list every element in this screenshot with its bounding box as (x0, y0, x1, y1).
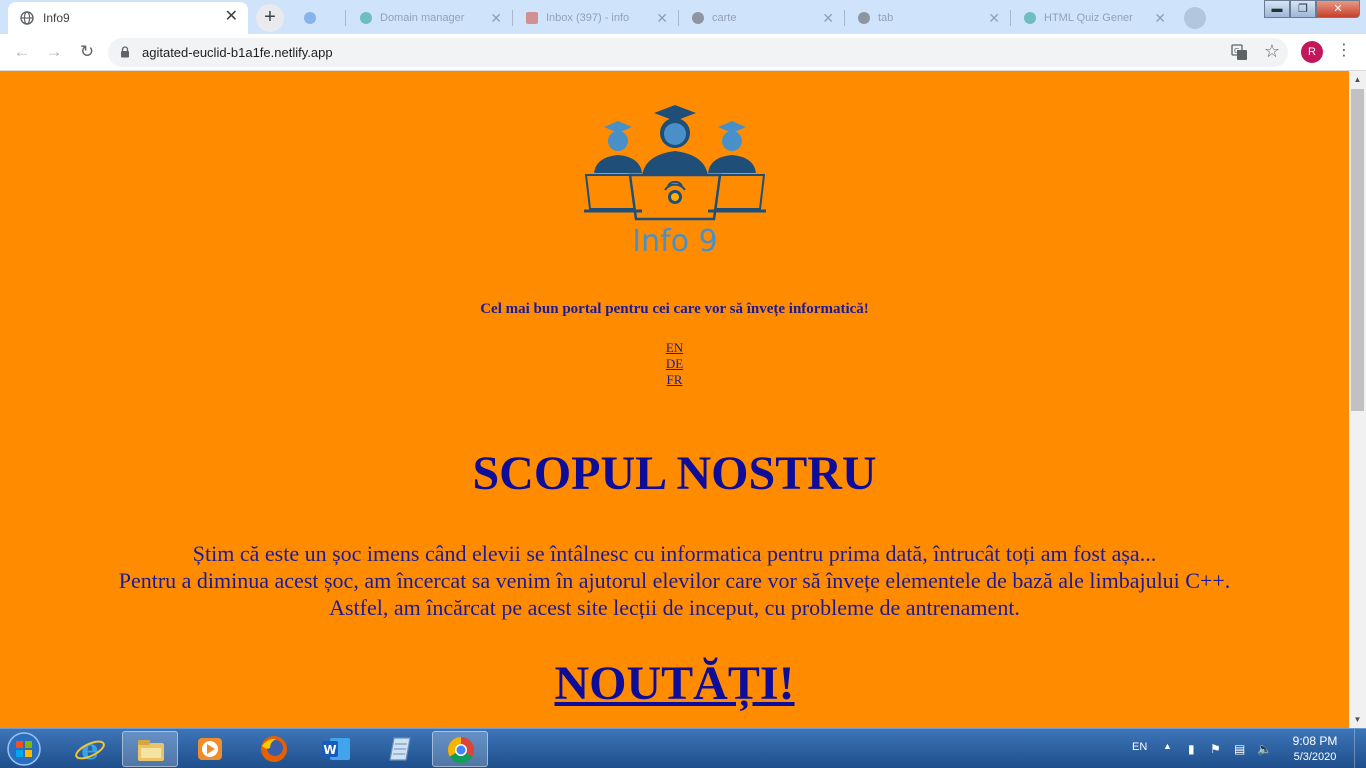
volume-icon[interactable]: 🔈 (1257, 742, 1272, 756)
profile-avatar[interactable]: R (1301, 41, 1323, 63)
tab-overflow[interactable] (1180, 4, 1210, 30)
close-window-button[interactable]: ✕ (1316, 0, 1360, 18)
notepad-icon (389, 737, 411, 761)
logo-text: Info 9 (632, 224, 717, 257)
chrome-icon (304, 12, 316, 24)
tab-html-quiz[interactable]: HTML Quiz Gener ✕ (1010, 2, 1176, 34)
tab-title: HTML Quiz Gener (1044, 12, 1133, 24)
reload-button[interactable]: ↻ (75, 40, 99, 64)
menu-icon[interactable]: ⋮ (1336, 40, 1352, 60)
input-language[interactable]: EN (1132, 741, 1147, 753)
scroll-up-arrow-icon[interactable]: ▲ (1349, 71, 1366, 88)
maximize-button[interactable]: ❐ (1290, 0, 1316, 18)
github-icon (692, 12, 704, 24)
scrollbar-thumb[interactable] (1351, 89, 1364, 411)
page-scrollbar[interactable]: ▲ ▼ (1349, 71, 1366, 728)
taskbar-chrome[interactable] (432, 731, 488, 767)
info9-logo: Info 9 (584, 105, 766, 257)
media-player-icon (198, 738, 222, 760)
tab-title: Inbox (397) - info (546, 12, 630, 24)
tab-title: carte (712, 12, 737, 24)
chrome-icon (1184, 7, 1206, 29)
tray-expand-icon[interactable]: ▲ (1163, 741, 1172, 751)
show-desktop-button[interactable] (1354, 729, 1366, 768)
close-icon[interactable]: ✕ (490, 10, 502, 27)
purpose-heading: SCOPUL NOSTRU (472, 447, 877, 500)
svg-text:G: G (1234, 47, 1239, 55)
tab-info9[interactable]: Info9 ✕ (8, 2, 248, 34)
netlify-icon (360, 12, 372, 24)
window-controls: ▬ ❐ ✕ (1264, 0, 1360, 20)
globe-icon (20, 11, 34, 25)
taskbar: e W EN ▲ ▮ ⚑ ▤ 🔈 9:08 PM 5/3/2020 (0, 728, 1366, 768)
translate-icon[interactable]: G (1231, 44, 1248, 61)
mail-icon (526, 12, 538, 24)
language-link-en[interactable]: EN (0, 340, 1349, 356)
back-button[interactable]: ← (10, 40, 34, 64)
battery-icon[interactable]: ▮ (1188, 742, 1195, 756)
close-icon[interactable]: ✕ (225, 9, 238, 25)
tab-domain-manager[interactable]: Domain manager ✕ (346, 2, 512, 34)
taskbar-notepad[interactable] (370, 731, 426, 767)
network-icon[interactable]: ▤ (1234, 742, 1245, 756)
purpose-line-3: Astfel, am încărcat pe acest site lecții… (329, 595, 1020, 620)
github-icon (858, 12, 870, 24)
close-icon[interactable]: ✕ (656, 10, 668, 27)
svg-text:W: W (323, 743, 336, 757)
close-icon[interactable]: ✕ (988, 10, 1000, 27)
new-tab-button[interactable]: + (256, 4, 284, 32)
file-explorer-icon (138, 740, 164, 761)
url-text: agitated-euclid-b1a1fe.netlify.app (142, 45, 333, 60)
scroll-down-arrow-icon[interactable]: ▼ (1349, 711, 1366, 728)
tab-carte[interactable]: carte ✕ (678, 2, 844, 34)
clock-time[interactable]: 9:08 PM (1280, 734, 1350, 748)
tab-github[interactable]: tab ✕ (844, 2, 1010, 34)
lock-icon (121, 46, 129, 58)
forward-button[interactable]: → (42, 40, 66, 64)
news-heading-link[interactable]: NOUTĂȚI! (0, 656, 1349, 711)
tab-inbox[interactable]: Inbox (397) - info ✕ (512, 2, 678, 34)
windows-start-icon[interactable] (5, 731, 43, 767)
taskbar-internet-explorer[interactable]: e (62, 731, 118, 767)
close-icon[interactable]: ✕ (822, 10, 834, 27)
language-link-fr[interactable]: FR (0, 372, 1349, 388)
netlify-icon (1024, 12, 1036, 24)
clock-date[interactable]: 5/3/2020 (1280, 751, 1350, 763)
purpose-line-2: Pentru a diminua acest șoc, am încercat … (118, 568, 1231, 593)
page-viewport: Info 9 Cel mai bun portal pentru cei car… (0, 71, 1349, 728)
language-link-de[interactable]: DE (0, 356, 1349, 372)
taskbar-file-explorer[interactable] (122, 731, 178, 767)
tab-title: Info9 (43, 11, 70, 25)
close-icon[interactable]: ✕ (1154, 10, 1166, 27)
purpose-line-1: Știm că este un șoc imens când elevii se… (192, 541, 1157, 566)
tab-strip: Info9 ✕ + Domain manager ✕ Inbox (397) -… (0, 0, 1366, 34)
taskbar-word[interactable]: W (308, 731, 364, 767)
svg-text:e: e (81, 734, 99, 764)
action-center-flag-icon[interactable]: ⚑ (1210, 742, 1221, 756)
tab-title: tab (878, 12, 894, 24)
chrome-icon (447, 736, 474, 764)
browser-toolbar: ← → ↻ agitated-euclid-b1a1fe.netlify.app… (0, 34, 1366, 71)
tab-title: Domain manager (380, 12, 465, 24)
bookmark-star-icon[interactable]: ☆ (1264, 41, 1280, 62)
minimize-button[interactable]: ▬ (1264, 0, 1290, 18)
address-bar[interactable]: agitated-euclid-b1a1fe.netlify.app G ☆ (108, 38, 1288, 67)
taskbar-media-player[interactable] (182, 731, 238, 767)
tagline: Cel mai bun portal pentru cei care vor s… (480, 301, 869, 317)
word-icon: W (322, 738, 350, 760)
firefox-icon (261, 736, 287, 762)
internet-explorer-icon: e (75, 734, 105, 764)
taskbar-firefox[interactable] (246, 731, 302, 767)
purpose-paragraph: Știm că este un șoc imens când elevii se… (0, 540, 1349, 621)
